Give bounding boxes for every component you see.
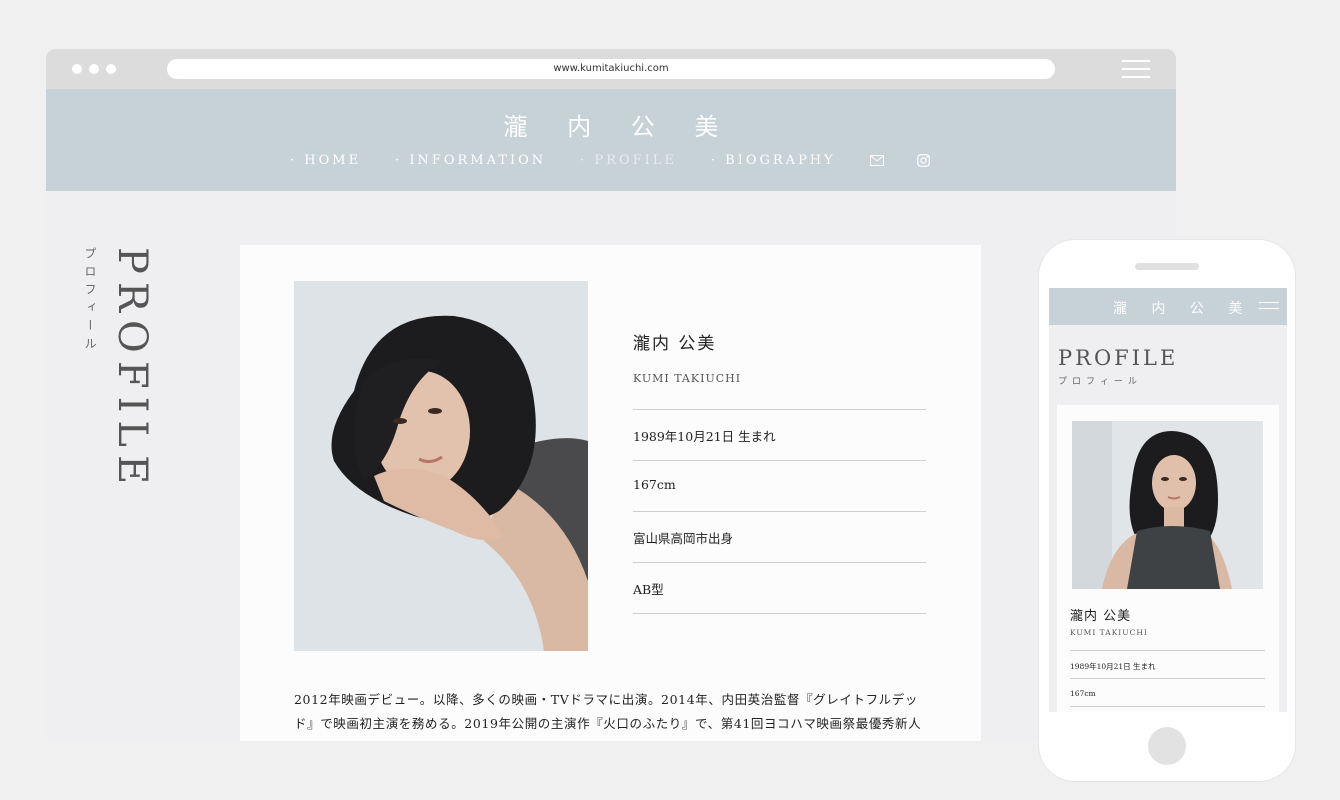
mobile-profile-details: 1989年10月21日 生まれ 167cm: [1070, 650, 1265, 707]
mobile-detail-height: 167cm: [1070, 679, 1265, 707]
mobile-profile-name: 瀧内 公美: [1070, 609, 1132, 624]
window-dot[interactable]: [72, 64, 82, 74]
detail-birthplace: 富山県高岡市出身: [633, 512, 926, 563]
address-bar[interactable]: www.kumitakiuchi.com: [167, 59, 1055, 79]
profile-card: 瀧内 公美 KUMI TAKIUCHI 1989年10月21日 生まれ 167c…: [240, 245, 981, 741]
site-title[interactable]: 瀧 内 公 美: [46, 107, 1176, 142]
nav-home[interactable]: · HOME: [290, 153, 361, 168]
mobile-profile-name-en: KUMI TAKIUCHI: [1070, 628, 1148, 637]
main-nav: · HOME · INFORMATION · PROFILE · BIOGRAP…: [290, 153, 964, 168]
nav-biography[interactable]: · BIOGRAPHY: [711, 153, 836, 168]
window-dot[interactable]: [106, 64, 116, 74]
phone-home-button[interactable]: [1148, 727, 1186, 765]
mobile-page-title: PROFILE: [1058, 346, 1179, 370]
page-subtitle: プロフィール: [83, 247, 97, 355]
site-header: 瀧 内 公 美 · HOME · INFORMATION · PROFILE ·…: [46, 89, 1176, 191]
mobile-header: 瀧 内 公 美: [1049, 288, 1287, 325]
phone-screen: 瀧 内 公 美 PROFILE プロフィール 瀧内 公美 KUMI TAKIUC…: [1049, 288, 1287, 712]
mobile-page-subtitle: プロフィール: [1058, 377, 1142, 387]
profile-bio: 2012年映画デビュー。以降、多くの映画・TVドラマに出演。2014年、内田英治…: [294, 692, 922, 741]
mail-icon[interactable]: [869, 154, 884, 168]
detail-blood-type: AB型: [633, 563, 926, 614]
mobile-profile-photo: [1072, 421, 1263, 589]
hamburger-menu-icon[interactable]: [1122, 60, 1150, 78]
main-content: プロフィール PROFILE 瀧内 公美 KUMI TAKIUCHI 1989年…: [46, 191, 1176, 741]
profile-photo: [294, 281, 588, 651]
nav-profile[interactable]: · PROFILE: [580, 153, 677, 168]
window-controls: [72, 64, 116, 74]
detail-height: 167cm: [633, 461, 926, 512]
profile-details: 1989年10月21日 生まれ 167cm 富山県高岡市出身 AB型: [633, 409, 926, 614]
mobile-menu-icon[interactable]: [1259, 302, 1279, 309]
instagram-icon[interactable]: [917, 154, 931, 168]
mobile-profile-card: 瀧内 公美 KUMI TAKIUCHI 1989年10月21日 生まれ 167c…: [1057, 405, 1279, 712]
nav-information[interactable]: · INFORMATION: [395, 153, 546, 168]
browser-window: www.kumitakiuchi.com 瀧 内 公 美 · HOME · IN…: [46, 49, 1176, 741]
mobile-detail-birthday: 1989年10月21日 生まれ: [1070, 651, 1265, 679]
detail-birthday: 1989年10月21日 生まれ: [633, 410, 926, 461]
phone-speaker: [1135, 263, 1199, 270]
phone-mockup: 瀧 内 公 美 PROFILE プロフィール 瀧内 公美 KUMI TAKIUC…: [1039, 240, 1295, 781]
page-title: PROFILE: [109, 247, 155, 493]
window-dot[interactable]: [89, 64, 99, 74]
profile-name-en: KUMI TAKIUCHI: [633, 372, 742, 385]
profile-name: 瀧内 公美: [633, 334, 717, 354]
profile-info: 瀧内 公美 KUMI TAKIUCHI 1989年10月21日 生まれ 167c…: [633, 329, 926, 614]
mobile-site-title[interactable]: 瀧 内 公 美: [1113, 298, 1252, 318]
browser-chrome: www.kumitakiuchi.com: [46, 49, 1176, 89]
